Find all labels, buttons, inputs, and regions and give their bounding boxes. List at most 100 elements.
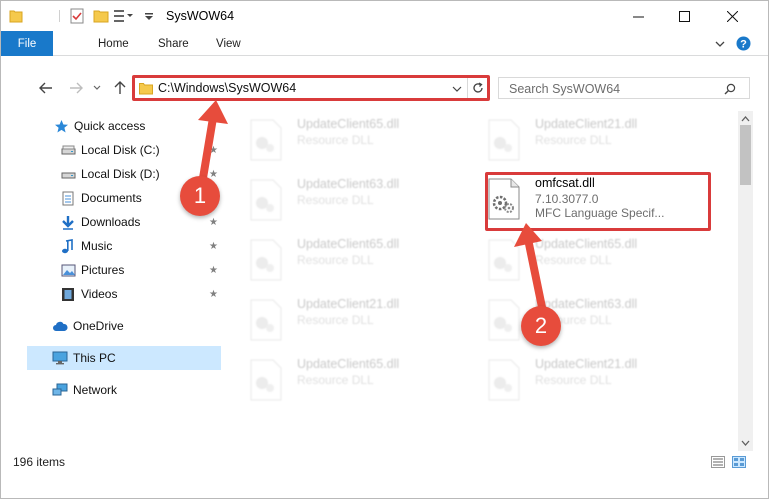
ribbon-tabs: File Home Share View ?: [1, 31, 768, 56]
sidebar-item-label: Local Disk (D:): [81, 167, 160, 181]
sidebar-item-downloads[interactable]: Downloads: [60, 211, 140, 233]
sidebar-item-quick-access[interactable]: Quick access: [53, 115, 145, 137]
file-item[interactable]: UpdateClient21.dll Resource DLL: [475, 355, 705, 407]
file-item[interactable]: UpdateClient21.dll Resource DLL: [475, 115, 705, 167]
customize-toolbar-icon[interactable]: [113, 8, 135, 24]
file-description: Resource DLL: [297, 193, 374, 207]
sidebar-item-label: OneDrive: [73, 319, 124, 333]
sidebar-item-onedrive[interactable]: OneDrive: [52, 315, 124, 337]
dll-file-icon: [488, 359, 520, 401]
search-placeholder: Search SysWOW64: [509, 82, 621, 96]
forward-button[interactable]: [67, 80, 85, 96]
film-icon: [60, 286, 76, 302]
sidebar-item-this-pc[interactable]: This PC: [52, 347, 116, 369]
dll-file-icon: [250, 299, 282, 341]
file-name: UpdateClient21.dll: [535, 117, 638, 131]
file-name: UpdateClient65.dll: [297, 357, 400, 371]
file-description: Resource DLL: [297, 253, 374, 267]
chevron-down-icon[interactable]: [144, 8, 154, 24]
pictures-icon: [60, 262, 76, 278]
minimize-icon: [632, 16, 644, 17]
scrollbar-thumb[interactable]: [740, 125, 751, 185]
file-item[interactable]: UpdateClient65.dll Resource DLL: [237, 355, 467, 407]
step-2-badge: 2: [521, 306, 561, 346]
recent-locations-button[interactable]: [91, 80, 103, 96]
search-input[interactable]: Search SysWOW64: [498, 77, 750, 99]
file-name: UpdateClient21.dll: [297, 297, 400, 311]
help-icon[interactable]: ?: [736, 36, 751, 51]
sidebar-item-label: Downloads: [81, 215, 141, 229]
maximize-button[interactable]: [661, 1, 707, 31]
scroll-down-icon[interactable]: [738, 437, 753, 449]
divider: [59, 10, 60, 22]
file-list: UpdateClient65.dll Resource DLL UpdateCl…: [237, 111, 737, 441]
folder-icon: [9, 10, 23, 23]
pin-icon[interactable]: ★: [209, 289, 218, 300]
minimize-button[interactable]: [615, 1, 661, 31]
sidebar-item-label: Music: [81, 239, 113, 253]
file-name: UpdateClient21.dll: [535, 357, 638, 371]
arrow-left-icon: [39, 82, 52, 94]
dll-file-icon: [250, 359, 282, 401]
dll-file-icon: [250, 239, 282, 281]
up-button[interactable]: [111, 80, 129, 96]
cloud-icon: [52, 318, 68, 334]
pin-icon[interactable]: ★: [209, 265, 218, 276]
tab-share[interactable]: Share: [158, 31, 189, 56]
sidebar-item-documents[interactable]: Documents: [60, 187, 142, 209]
arrow-right-icon: [70, 82, 83, 94]
close-icon: [726, 10, 738, 22]
file-item[interactable]: UpdateClient63.dll Resource DLL: [237, 175, 467, 227]
file-name: UpdateClient65.dll: [297, 237, 400, 251]
sidebar-item-pictures[interactable]: Pictures: [60, 259, 124, 281]
scroll-up-icon[interactable]: [738, 113, 753, 125]
file-name: UpdateClient63.dll: [297, 177, 400, 191]
pin-icon[interactable]: ★: [209, 241, 218, 252]
file-item[interactable]: UpdateClient65.dll Resource DLL: [237, 115, 467, 167]
item-count: 196 items: [13, 455, 66, 469]
maximize-icon: [678, 10, 690, 22]
title-bar: SysWOW64: [1, 1, 768, 31]
tab-file[interactable]: File: [1, 31, 53, 56]
drive-icon: [60, 142, 76, 158]
tab-view[interactable]: View: [216, 31, 241, 56]
dll-file-icon: [488, 119, 520, 161]
star-icon: [53, 118, 69, 134]
svg-text:?: ?: [740, 39, 747, 51]
expand-ribbon-icon[interactable]: [714, 38, 726, 50]
sidebar-item-videos[interactable]: Videos: [60, 283, 117, 305]
arrow-up-icon: [114, 81, 126, 94]
sidebar-item-label: Videos: [81, 287, 118, 301]
file-explorer-window: SysWOW64 File Home Share View ? C:\Windo…: [0, 0, 769, 499]
sidebar-item-label: Quick access: [74, 119, 146, 133]
sidebar-item-label: This PC: [73, 351, 116, 365]
sidebar-item-network[interactable]: Network: [52, 379, 117, 401]
sidebar-item-local-disk-c[interactable]: Local Disk (C:): [60, 139, 160, 161]
tab-home[interactable]: Home: [98, 31, 129, 56]
sidebar-item-label: Local Disk (C:): [81, 143, 160, 157]
close-button[interactable]: [709, 1, 755, 31]
pin-icon[interactable]: ★: [209, 217, 218, 228]
large-icons-view-icon[interactable]: [732, 456, 746, 468]
file-item[interactable]: UpdateClient21.dll Resource DLL: [237, 295, 467, 347]
sidebar-item-local-disk-d[interactable]: Local Disk (D:): [60, 163, 160, 185]
back-button[interactable]: [37, 80, 55, 96]
details-view-icon[interactable]: [711, 456, 725, 468]
window-title: SysWOW64: [166, 9, 235, 23]
file-description: Resource DLL: [535, 373, 612, 387]
documents-icon: [60, 190, 76, 206]
file-name: UpdateClient65.dll: [297, 117, 400, 131]
sidebar-item-music[interactable]: Music: [60, 235, 112, 257]
monitor-icon: [52, 350, 68, 366]
file-item[interactable]: UpdateClient65.dll Resource DLL: [237, 235, 467, 287]
chevron-down-icon: [93, 85, 101, 90]
file-description: Resource DLL: [297, 133, 374, 147]
new-folder-icon[interactable]: [93, 8, 109, 24]
vertical-scrollbar[interactable]: [738, 111, 753, 451]
sidebar-item-label: Documents: [81, 191, 142, 205]
search-icon: [724, 83, 736, 95]
network-icon: [52, 382, 68, 398]
properties-icon[interactable]: [69, 8, 85, 24]
sidebar-item-label: Network: [73, 383, 118, 397]
step-1-badge: 1: [180, 176, 220, 216]
